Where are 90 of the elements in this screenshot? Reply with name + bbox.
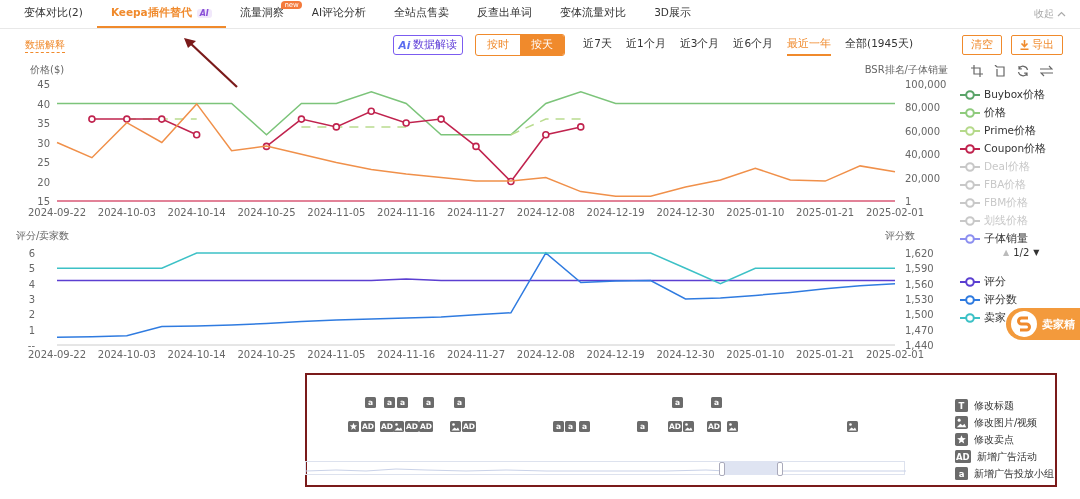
tick-label: 2025-01-21 xyxy=(796,207,855,218)
range-option[interactable]: 近3个月 xyxy=(679,34,720,56)
tick-label: 1,440 xyxy=(905,340,934,351)
range-option[interactable]: 近6个月 xyxy=(733,34,774,56)
tick-label: 20,000 xyxy=(905,172,940,184)
range-option[interactable]: 全部(1945天) xyxy=(845,34,913,56)
tick-label: 1,530 xyxy=(905,294,934,305)
tick-label: 1,470 xyxy=(905,324,934,336)
tick-label: 1 xyxy=(28,324,35,336)
legend-glyph-icon: T xyxy=(955,399,968,412)
tick-label: 2024-11-27 xyxy=(446,349,506,360)
tick-label: 2024-12-08 xyxy=(516,349,575,360)
legend-label: 修改卖点 xyxy=(974,432,1014,447)
tick-label: 80,000 xyxy=(905,102,940,114)
tick-label: 2024-11-16 xyxy=(377,349,436,360)
tick-label: 15 xyxy=(37,196,50,207)
legend-item[interactable]: 子体销量 xyxy=(960,231,1028,247)
tab[interactable]: 3D展示 xyxy=(640,0,705,28)
legend-label: 新增广告投放小组 xyxy=(974,466,1054,481)
range-option[interactable]: 近7天 xyxy=(583,34,612,56)
tick-label: 30 xyxy=(37,137,50,149)
tick-label: 25 xyxy=(37,157,50,168)
tick-label: 2024-11-27 xyxy=(446,207,506,218)
tick-label: 2025-02-01 xyxy=(865,349,925,360)
tick-label: 1,620 xyxy=(905,248,934,259)
tick-label: 2024-10-03 xyxy=(97,349,156,360)
legend-item[interactable]: 卖家 xyxy=(960,310,1006,326)
tick-label: 2025-02-01 xyxy=(865,207,925,218)
tick-label: 2024-10-03 xyxy=(97,207,156,218)
legend-item[interactable]: Coupon价格 xyxy=(960,141,1047,157)
tab[interactable]: 变体对比(2) xyxy=(10,0,97,28)
legend-label: 修改图片/视频 xyxy=(974,415,1038,430)
axis-title: 价格($) xyxy=(30,64,65,75)
tick-label: 40 xyxy=(37,98,50,110)
tick-label: 2025-01-21 xyxy=(796,349,855,360)
ai-interpret-button[interactable]: Ai 数据解读 xyxy=(392,35,464,55)
tick-label: 2024-10-14 xyxy=(167,207,226,218)
legend-glyph-icon: a xyxy=(955,467,968,480)
tick-label: 35 xyxy=(37,118,50,129)
legend-label: 新增广告活动 xyxy=(976,449,1037,464)
tick-label: 2024-12-08 xyxy=(516,207,575,218)
tick-label: 6 xyxy=(28,248,35,259)
tab[interactable]: 反查出单词 xyxy=(463,0,547,28)
tick-label: 2024-10-25 xyxy=(237,349,296,360)
tick-label: 2024-10-14 xyxy=(167,349,226,360)
tick-label: 2 xyxy=(28,309,35,321)
tick-label: 2024-12-19 xyxy=(586,207,645,218)
tick-label: 1,560 xyxy=(905,278,934,290)
tick-label: 3 xyxy=(28,294,35,305)
tick-label: 2024-10-25 xyxy=(237,207,296,218)
tick-label: 60,000 xyxy=(905,125,940,137)
legend-item[interactable]: Buybox价格 xyxy=(960,87,1046,103)
ai-badge: AI xyxy=(196,8,212,18)
badge-label: 卖家精 xyxy=(1042,316,1075,332)
tick-label: 5 xyxy=(28,263,35,275)
tick-label: 1 xyxy=(905,196,912,207)
tick-label: 45 xyxy=(37,79,50,90)
tick-label: 2025-01-10 xyxy=(726,207,785,218)
legend-glyph-icon: AD xyxy=(955,450,971,463)
tab[interactable]: 变体流量对比 xyxy=(546,0,641,28)
tick-label: 2024-11-05 xyxy=(307,207,366,218)
tick-label: 2024-12-30 xyxy=(656,349,715,360)
tab[interactable]: 全站点售卖 xyxy=(380,0,464,28)
tick-label: 100,000 xyxy=(905,79,947,90)
range-option[interactable]: 近1个月 xyxy=(626,34,666,56)
legend-item[interactable]: Prime价格 xyxy=(960,123,1037,139)
axis-title: 评分/卖家数 xyxy=(16,230,70,241)
tick-label: 2024-11-05 xyxy=(307,349,366,360)
tick-label: 1,500 xyxy=(905,309,934,321)
axis-title: BSR排名/子体销量 xyxy=(864,64,948,75)
tick-label: 1,590 xyxy=(905,263,934,275)
tick-label: 20 xyxy=(37,176,50,188)
tick-label: 4 xyxy=(28,278,35,290)
tick-label: 2024-12-19 xyxy=(586,349,645,360)
tick-label: 2024-11-16 xyxy=(377,207,436,218)
tab[interactable]: Keepa插件替代 AI xyxy=(96,0,226,28)
legend-next-button[interactable]: ▼ xyxy=(1033,248,1040,257)
ai-icon: Ai xyxy=(398,39,411,51)
tick-label: 2024-09-22 xyxy=(27,349,87,360)
legend-label: 修改标题 xyxy=(974,398,1014,413)
axis-title: 评分数 xyxy=(885,230,915,241)
tick-label: 40,000 xyxy=(905,149,940,161)
legend-item[interactable]: 价格 xyxy=(960,105,1006,121)
legend-page-label: 1/2 xyxy=(1013,247,1030,258)
tick-label: 2025-01-10 xyxy=(726,349,785,360)
tick-label: -- xyxy=(27,340,35,351)
tick-label: 2024-09-22 xyxy=(27,207,87,218)
legend-item[interactable]: 评分数 xyxy=(960,292,1017,308)
tick-label: 2024-12-30 xyxy=(656,207,715,218)
legend-item[interactable]: 评分 xyxy=(960,274,1006,290)
